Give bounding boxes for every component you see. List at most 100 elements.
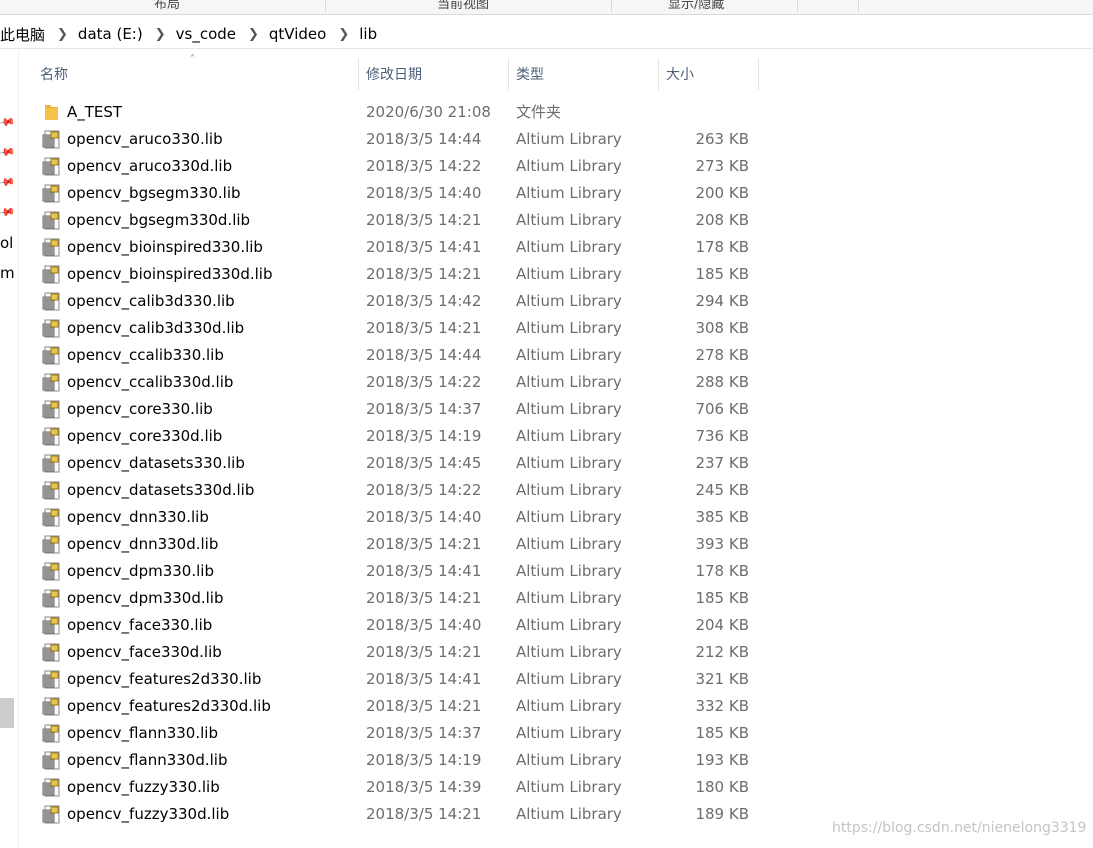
file-size: 308 KB — [695, 319, 749, 337]
file-row[interactable]: opencv_bgsegm330d.lib 2018/3/5 14:21 Altiu… — [0, 207, 1093, 234]
file-type: Altium Library — [516, 346, 622, 364]
file-row[interactable]: opencv_core330d.lib 2018/3/5 14:19 Altium … — [0, 423, 1093, 450]
file-modified-date: 2018/3/5 14:41 — [366, 670, 482, 688]
file-name: opencv_flann330.lib — [67, 724, 218, 742]
column-header-date[interactable]: 修改日期 — [359, 58, 509, 90]
file-type: Altium Library — [516, 373, 622, 391]
library-file-icon — [42, 616, 62, 635]
file-name: A_TEST — [67, 103, 123, 121]
file-row[interactable]: opencv_bioinspired330d.lib 2018/3/5 14:21… — [0, 261, 1093, 288]
library-file-icon — [42, 589, 62, 608]
breadcrumb-vs-code[interactable]: vs_code — [176, 25, 236, 43]
file-row[interactable]: opencv_bgsegm330.lib 2018/3/5 14:40 Altium… — [0, 180, 1093, 207]
file-name: opencv_face330.lib — [67, 616, 213, 634]
file-name: opencv_aruco330d.lib — [67, 157, 233, 175]
chevron-right-icon[interactable]: ❯ — [45, 27, 78, 42]
file-type: Altium Library — [516, 589, 622, 607]
file-type: Altium Library — [516, 562, 622, 580]
file-modified-date: 2018/3/5 14:45 — [366, 454, 482, 472]
file-size: 321 KB — [695, 670, 749, 688]
file-row[interactable]: opencv_ccalib330.lib 2018/3/5 14:44 Altium… — [0, 342, 1093, 369]
file-modified-date: 2018/3/5 14:22 — [366, 373, 482, 391]
file-size: 180 KB — [695, 778, 749, 796]
file-row[interactable]: opencv_ccalib330d.lib 2018/3/5 14:22 Altiu… — [0, 369, 1093, 396]
library-file-icon — [42, 319, 62, 338]
library-file-icon — [42, 373, 62, 392]
file-modified-date: 2018/3/5 14:41 — [366, 562, 482, 580]
file-size: 178 KB — [695, 562, 749, 580]
breadcrumb-qtvideo[interactable]: qtVideo — [269, 25, 326, 43]
file-row[interactable]: opencv_features2d330d.lib 2018/3/5 14:21 A… — [0, 693, 1093, 720]
file-name: opencv_ccalib330.lib — [67, 346, 224, 364]
file-row[interactable]: opencv_calib3d330.lib 2018/3/5 14:42 Altiu… — [0, 288, 1093, 315]
file-size: 208 KB — [695, 211, 749, 229]
file-modified-date: 2018/3/5 14:21 — [366, 643, 482, 661]
file-row[interactable]: opencv_fuzzy330.lib 2018/3/5 14:39 Altium … — [0, 774, 1093, 801]
column-header-type[interactable]: 类型 — [509, 58, 659, 90]
file-row[interactable]: opencv_datasets330.lib 2018/3/5 14:45 Alti… — [0, 450, 1093, 477]
file-row[interactable]: opencv_dpm330d.lib 2018/3/5 14:21 Altium L… — [0, 585, 1093, 612]
chevron-right-icon[interactable]: ❯ — [236, 27, 269, 42]
file-type: Altium Library — [516, 454, 622, 472]
ribbon-separator — [325, 0, 326, 12]
file-size: 294 KB — [695, 292, 749, 310]
file-row[interactable]: opencv_core330.lib 2018/3/5 14:37 Altium L… — [0, 396, 1093, 423]
file-modified-date: 2018/3/5 14:44 — [366, 346, 482, 364]
ribbon-group-current-view: 当前视图 — [437, 0, 490, 12]
file-type: Altium Library — [516, 805, 622, 823]
file-name: opencv_dpm330d.lib — [67, 589, 224, 607]
library-file-icon — [42, 292, 62, 311]
file-name: opencv_dnn330d.lib — [67, 535, 219, 553]
file-row[interactable]: opencv_datasets330d.lib 2018/3/5 14:22 Alt… — [0, 477, 1093, 504]
file-name: opencv_features2d330d.lib — [67, 697, 271, 715]
file-row[interactable]: opencv_dpm330.lib 2018/3/5 14:41 Altium Li… — [0, 558, 1093, 585]
file-modified-date: 2018/3/5 14:21 — [366, 805, 482, 823]
library-file-icon — [42, 751, 62, 770]
file-type: Altium Library — [516, 670, 622, 688]
library-file-icon — [42, 778, 62, 797]
file-row[interactable]: opencv_dnn330d.lib 2018/3/5 14:21 Altium L… — [0, 531, 1093, 558]
chevron-right-icon[interactable]: ❯ — [143, 27, 176, 42]
file-name: opencv_bioinspired330d.lib — [67, 265, 273, 283]
file-modified-date: 2018/3/5 14:21 — [366, 589, 482, 607]
file-modified-date: 2018/3/5 14:40 — [366, 508, 482, 526]
file-row[interactable]: A_TEST 2020/6/30 21:08 文件夹 — [0, 99, 1093, 126]
file-row[interactable]: opencv_flann330.lib 2018/3/5 14:37 Altium … — [0, 720, 1093, 747]
file-row[interactable]: opencv_face330.lib 2018/3/5 14:40 Altium L… — [0, 612, 1093, 639]
file-row[interactable]: opencv_calib3d330d.lib 2018/3/5 14:21 Alti… — [0, 315, 1093, 342]
address-bar[interactable]: 此电脑 ❯ data (E:) ❯ vs_code ❯ qtVideo ❯ li… — [0, 20, 1093, 49]
file-row[interactable]: opencv_bioinspired330.lib 2018/3/5 14:41 A… — [0, 234, 1093, 261]
breadcrumb-lib[interactable]: lib — [359, 25, 377, 43]
file-row[interactable]: opencv_face330d.lib 2018/3/5 14:21 Altium … — [0, 639, 1093, 666]
column-header-size[interactable]: 大小 — [659, 58, 759, 90]
file-size: 736 KB — [695, 427, 749, 445]
file-modified-date: 2018/3/5 14:37 — [366, 400, 482, 418]
library-file-icon — [42, 130, 62, 149]
file-row[interactable]: opencv_aruco330d.lib 2018/3/5 14:22 Altium… — [0, 153, 1093, 180]
file-modified-date: 2018/3/5 14:22 — [366, 481, 482, 499]
file-name: opencv_core330d.lib — [67, 427, 223, 445]
breadcrumb-drive[interactable]: data (E:) — [78, 25, 143, 43]
file-modified-date: 2018/3/5 14:42 — [366, 292, 482, 310]
library-file-icon — [42, 157, 62, 176]
file-size: 189 KB — [695, 805, 749, 823]
file-name: opencv_dnn330.lib — [67, 508, 209, 526]
file-name: opencv_flann330d.lib — [67, 751, 228, 769]
breadcrumb-this-pc[interactable]: 此电脑 — [0, 24, 45, 45]
column-header-name[interactable]: 名称 — [33, 58, 359, 90]
chevron-right-icon[interactable]: ❯ — [326, 27, 359, 42]
file-modified-date: 2018/3/5 14:21 — [366, 697, 482, 715]
file-size: 263 KB — [695, 130, 749, 148]
file-modified-date: 2018/3/5 14:19 — [366, 427, 482, 445]
file-modified-date: 2018/3/5 14:37 — [366, 724, 482, 742]
file-row[interactable]: opencv_aruco330.lib 2018/3/5 14:44 Altium … — [0, 126, 1093, 153]
file-size: 193 KB — [695, 751, 749, 769]
file-row[interactable]: opencv_flann330d.lib 2018/3/5 14:19 Altium… — [0, 747, 1093, 774]
file-name: opencv_features2d330.lib — [67, 670, 262, 688]
file-row[interactable]: opencv_features2d330.lib 2018/3/5 14:41 Al… — [0, 666, 1093, 693]
file-name: opencv_bgsegm330.lib — [67, 184, 241, 202]
library-file-icon — [42, 508, 62, 527]
file-name: opencv_fuzzy330d.lib — [67, 805, 230, 823]
file-size: 185 KB — [695, 265, 749, 283]
file-row[interactable]: opencv_dnn330.lib 2018/3/5 14:40 Altium Li… — [0, 504, 1093, 531]
